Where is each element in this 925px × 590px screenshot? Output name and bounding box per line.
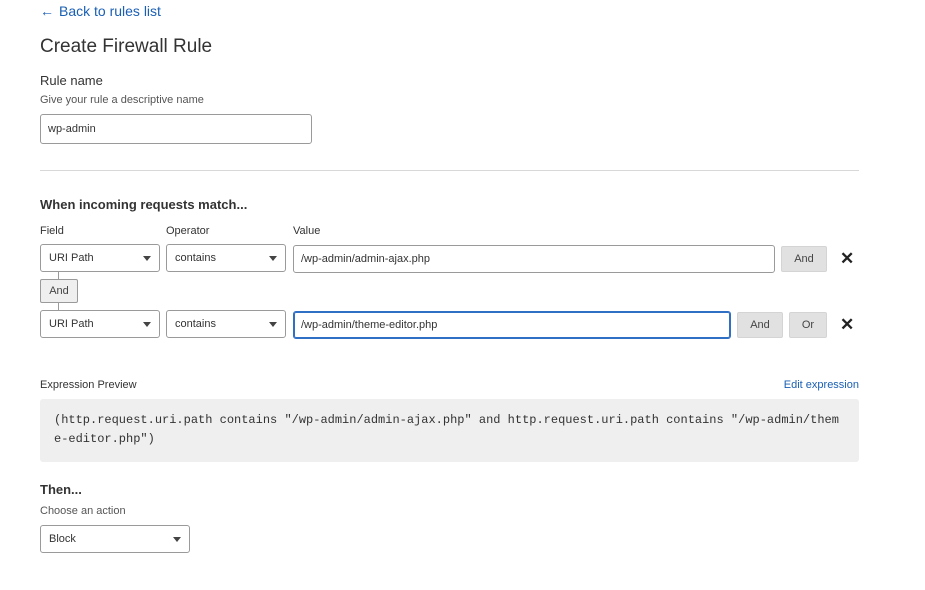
match-section-title: When incoming requests match... [40, 197, 248, 212]
operator-select-2[interactable]: contains [166, 310, 286, 338]
chevron-down-icon [173, 536, 181, 542]
field-select-2[interactable]: URI Path [40, 310, 160, 338]
value-column-header: Value [293, 225, 321, 237]
field-select-2-value: URI Path [49, 318, 94, 330]
remove-row-2-close-icon[interactable]: ✕ [840, 316, 854, 333]
edit-expression-link[interactable]: Edit expression [784, 379, 859, 391]
add-and-button-2[interactable]: And [737, 312, 783, 338]
section-divider [40, 170, 859, 171]
operator-select-2-value: contains [175, 318, 216, 330]
value-input-2[interactable]: /wp-admin/theme-editor.php [293, 311, 731, 339]
arrow-left-icon: ← [40, 3, 54, 19]
value-input-1-value: /wp-admin/admin-ajax.php [301, 253, 431, 265]
action-select-value: Block [49, 533, 76, 545]
value-input-2-value: /wp-admin/theme-editor.php [301, 319, 438, 331]
chevron-down-icon [143, 321, 151, 327]
action-hint: Choose an action [40, 505, 126, 517]
expression-preview-box: (http.request.uri.path contains "/wp-adm… [40, 399, 859, 462]
connector-line-top [58, 272, 59, 279]
operator-column-header: Operator [166, 225, 210, 237]
then-section-title: Then... [40, 482, 82, 497]
value-input-1[interactable]: /wp-admin/admin-ajax.php [293, 245, 775, 273]
add-and-button-1[interactable]: And [781, 246, 827, 272]
rule-name-input[interactable]: wp-admin [40, 114, 312, 144]
action-select[interactable]: Block [40, 525, 190, 553]
expression-preview-label: Expression Preview [40, 379, 137, 391]
operator-select-1[interactable]: contains [166, 244, 286, 272]
chevron-down-icon [269, 255, 277, 261]
rule-name-value: wp-admin [48, 123, 96, 135]
and-connector-tag: And [40, 279, 78, 303]
page-title: Create Firewall Rule [40, 36, 213, 57]
rule-name-hint: Give your rule a descriptive name [40, 94, 204, 106]
remove-row-1-close-icon[interactable]: ✕ [840, 250, 854, 267]
field-column-header: Field [40, 225, 64, 237]
field-select-1[interactable]: URI Path [40, 244, 160, 272]
field-select-1-value: URI Path [49, 252, 94, 264]
chevron-down-icon [269, 321, 277, 327]
back-link-label: Back to rules list [59, 3, 161, 19]
rule-name-label: Rule name [40, 73, 103, 88]
connector-line-bottom [58, 303, 59, 310]
operator-select-1-value: contains [175, 252, 216, 264]
back-to-rules-link[interactable]: ← Back to rules list [40, 3, 161, 19]
chevron-down-icon [143, 255, 151, 261]
add-or-button-2[interactable]: Or [789, 312, 827, 338]
